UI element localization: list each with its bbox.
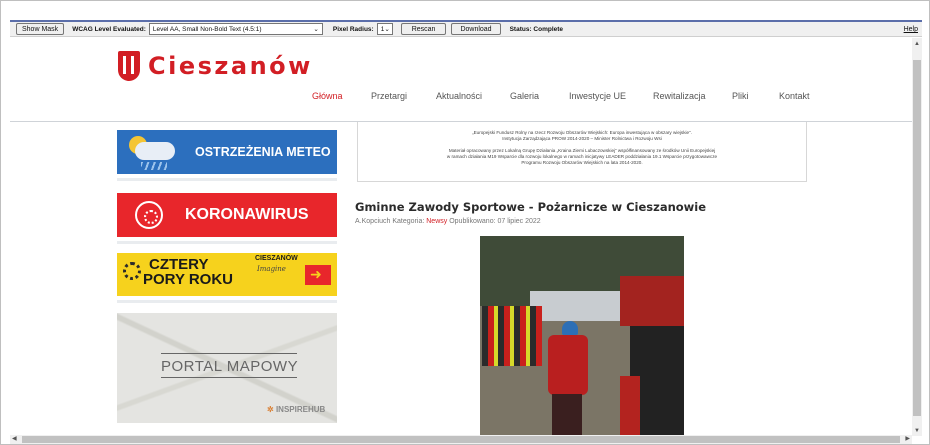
chevron-down-icon: ⌄ [313, 26, 319, 33]
divider [117, 178, 337, 181]
scroll-left-arrow-icon[interactable]: ◀ [12, 435, 17, 442]
article-meta: A.Kopciuch Kategoria: Newsy Opublikowano… [355, 218, 541, 225]
coronavirus-banner[interactable]: KORONAWIRUS [117, 193, 337, 237]
photo-helmet [562, 321, 578, 335]
photo-vehicles [530, 291, 620, 321]
divider [117, 241, 337, 244]
web-page: Cieszanów Główna Przetargi Aktualności G… [10, 38, 912, 440]
coronavirus-banner-text: KORONAWIRUS [185, 206, 309, 223]
virus-icon [135, 201, 163, 229]
divider [161, 377, 297, 378]
rescan-button[interactable]: Rescan [400, 23, 447, 35]
cloud-icon [135, 142, 175, 160]
logo-text: Cieszanów [148, 52, 313, 80]
nav-item-aktualnosci[interactable]: Aktualności [436, 91, 482, 101]
article-published-date: Opublikowano: 07 lipiec 2022 [449, 218, 541, 225]
pixel-radius-label: Pixel Radius: [332, 25, 374, 33]
four-seasons-banner[interactable]: CZTERY PORY ROKU CIESZANÓW Imagine [117, 253, 337, 296]
wcag-level-value: Level AA, Small Non-Bold Text (4.5:1) [152, 25, 262, 33]
inspirehub-text: INSPIREHUB [275, 405, 326, 414]
funding-line: Programu Rozwoju Obszarów Wiejskich na l… [521, 160, 643, 165]
arrow-right-icon [305, 265, 331, 285]
help-link[interactable]: Help [904, 26, 918, 33]
contrast-checker-toolbar: Show Mask WCAG Level Evaluated: Level AA… [10, 20, 922, 37]
pixel-radius-select[interactable]: 1 ⌄ [376, 23, 393, 35]
four-seasons-brand: CIESZANÓW [255, 255, 298, 262]
scroll-right-arrow-icon[interactable]: ▶ [905, 435, 910, 442]
nav-item-rewitalizacja[interactable]: Rewitalizacja [653, 91, 706, 101]
chevron-down-icon: ⌄ [384, 26, 390, 33]
meteo-banner-text: OSTRZEŻENIA METEO [195, 145, 331, 159]
eu-funding-notice: „Europejski Fundusz Rolny na rzecz Rozwo… [357, 122, 807, 182]
nav-item-glowna[interactable]: Główna [312, 91, 343, 101]
photo-athlete-legs [552, 394, 582, 440]
photo-athlete [548, 335, 588, 395]
nav-item-przetargi[interactable]: Przetargi [371, 91, 407, 101]
scroll-up-arrow-icon[interactable]: ▲ [914, 41, 920, 47]
show-mask-button[interactable]: Show Mask [16, 23, 65, 35]
funding-line: Instytucja Zarządzająca PROW 2014-2020 –… [502, 136, 662, 141]
divider [117, 300, 337, 303]
wcag-level-select[interactable]: Level AA, Small Non-Bold Text (4.5:1) ⌄ [148, 23, 323, 35]
inspirehub-icon: ✲ [267, 405, 276, 414]
nav-item-pliki[interactable]: Pliki [732, 91, 749, 101]
scroll-down-arrow-icon[interactable]: ▼ [914, 428, 920, 434]
nav-item-galeria[interactable]: Galeria [510, 91, 539, 101]
rain-icon [141, 162, 167, 170]
four-seasons-line2: PORY ROKU [143, 271, 234, 288]
inspirehub-logo: ✲ INSPIREHUB [267, 405, 325, 414]
nav-item-inwestycje-ue[interactable]: Inwestycje UE [569, 91, 626, 101]
article-author: A.Kopciuch [355, 218, 391, 225]
article-photo [480, 236, 684, 440]
vertical-scrollbar[interactable]: ▲ ▼ [912, 38, 922, 436]
four-seasons-line1: CZTERY [149, 256, 209, 273]
download-button[interactable]: Download [451, 23, 501, 35]
divider [161, 353, 297, 354]
nav-item-kontakt[interactable]: Kontakt [779, 91, 810, 101]
article-category-link[interactable]: Newsy [426, 218, 447, 225]
article-category-label: Kategoria: [392, 218, 425, 225]
photo-red-post [620, 376, 640, 440]
meteo-warnings-banner[interactable]: OSTRZEŻENIA METEO [117, 130, 337, 174]
article-title[interactable]: Gminne Zawody Sportowe - Pożarnicze w Ci… [355, 200, 706, 214]
status-text: Status: Complete [509, 25, 564, 33]
map-portal-text: PORTAL MAPOWY [161, 358, 299, 375]
horizontal-scroll-thumb[interactable] [22, 436, 900, 443]
photo-crowd [482, 306, 542, 366]
horizontal-scrollbar[interactable]: ◀ ▶ [10, 435, 912, 444]
wcag-level-label: WCAG Level Evaluated: [72, 25, 146, 33]
site-header: Cieszanów Główna Przetargi Aktualności G… [10, 38, 912, 122]
flower-icon [123, 262, 141, 280]
map-portal-banner[interactable]: PORTAL MAPOWY ✲ INSPIREHUB [117, 313, 337, 423]
vertical-scroll-thumb[interactable] [913, 60, 921, 416]
coat-of-arms-icon [118, 51, 140, 81]
four-seasons-tagline: Imagine [257, 265, 286, 273]
main-navigation: Główna Przetargi Aktualności Galeria Inw… [10, 91, 912, 107]
site-logo[interactable]: Cieszanów [118, 51, 313, 81]
photo-fire-truck [620, 276, 684, 326]
